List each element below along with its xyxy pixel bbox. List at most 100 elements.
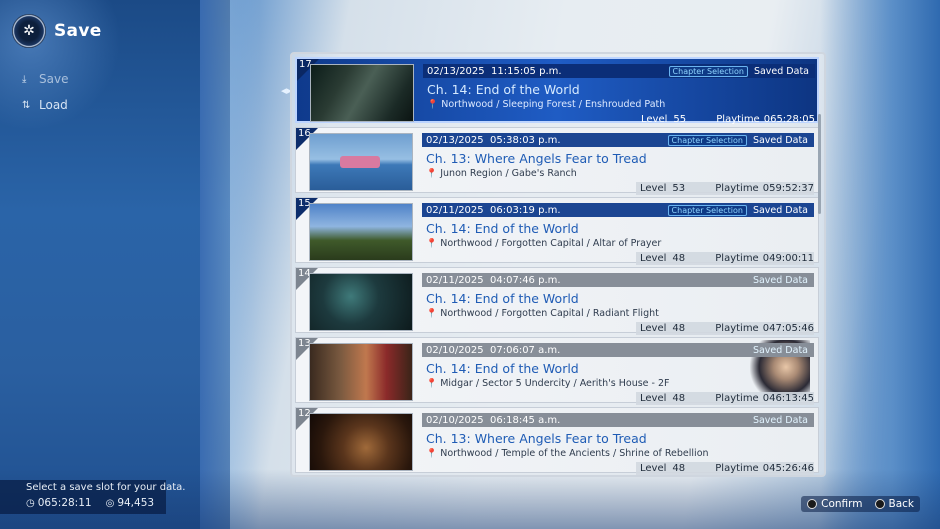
slot-location: 📍 Northwood / Sleeping Forest / Enshroud…: [427, 99, 665, 110]
slot-location: 📍 Junon Region / Gabe's Ranch: [426, 168, 577, 179]
chapter-selection-badge: Chapter Selection: [668, 65, 748, 77]
slot-header-bar: 02/11/2025 06:03:19 p.m. Chapter Selecti…: [422, 203, 814, 217]
slot-location: 📍 Northwood / Forgotten Capital / Altar …: [426, 238, 661, 249]
menu-item-load[interactable]: ⇅ Load: [22, 92, 68, 118]
playtime-label: Playtime: [715, 463, 759, 474]
level-value: 48: [672, 393, 686, 404]
slot-location: 📍 Northwood / Temple of the Ancients / S…: [426, 448, 709, 459]
chapter-selection-badge: Chapter Selection: [667, 204, 747, 216]
menu-item-save[interactable]: ⤓ Save: [22, 66, 68, 92]
slot-date: 02/10/2025: [426, 344, 484, 356]
slot-header-bar: 02/13/2025 11:15:05 p.m. Chapter Selecti…: [423, 64, 815, 78]
slot-location: 📍 Midgar / Sector 5 Undercity / Aerith's…: [426, 378, 670, 389]
save-slot-15[interactable]: 15 02/11/2025 06:03:19 p.m. Chapter Sele…: [295, 197, 819, 265]
location-pin-icon: 📍: [426, 308, 438, 319]
button-prompts: Confirm Back: [801, 496, 920, 512]
level-value: 48: [672, 323, 686, 334]
save-icon: ⤓: [22, 73, 27, 85]
saved-data-label: Saved Data: [752, 274, 808, 286]
playtime-value: 065:28:05: [763, 114, 815, 125]
saved-data-label: Saved Data: [752, 134, 808, 146]
slot-chapter: Ch. 13: Where Angels Fear to Tread: [426, 151, 647, 166]
slot-stats: Level 53 Playtime 059:52:37: [636, 182, 814, 195]
slot-location-text: Northwood / Sleeping Forest / Enshrouded…: [441, 99, 666, 110]
footer-stats: ◷ 065:28:11 ◎ 94,453: [26, 497, 154, 509]
save-slot-14[interactable]: 14 02/11/2025 04:07:46 p.m. Saved Data C…: [295, 267, 819, 335]
saved-data-label: Saved Data: [752, 414, 808, 426]
slot-time: 11:15:05 p.m.: [491, 65, 562, 77]
slot-thumbnail: [309, 203, 413, 261]
level-value: 48: [672, 253, 686, 264]
location-pin-icon: 📍: [427, 99, 439, 110]
slot-thumbnail: [309, 133, 413, 191]
slot-stats: Level 48 Playtime 047:05:46: [636, 322, 814, 335]
saved-data-label: Saved Data: [752, 204, 808, 216]
gil-amount: 94,453: [117, 497, 155, 509]
slot-date: 02/13/2025: [427, 65, 485, 77]
right-background: [820, 0, 940, 529]
level-label: Level: [640, 393, 667, 404]
playtime-label: Playtime: [715, 183, 759, 194]
confirm-button-icon: [807, 499, 818, 509]
playtime-value: 059:52:37: [762, 183, 814, 194]
level-label: Level: [640, 183, 667, 194]
level-value: 53: [672, 183, 686, 194]
playtime-value: 049:00:11: [762, 253, 814, 264]
playtime-label: Playtime: [715, 323, 759, 334]
playtime-value: 045:26:46: [762, 463, 814, 474]
slot-thumbnail: [309, 413, 413, 471]
playtime-label: Playtime: [715, 393, 759, 404]
slot-thumbnail: [309, 343, 413, 401]
saved-data-label: Saved Data: [752, 344, 808, 356]
total-playtime: 065:28:11: [37, 497, 92, 509]
save-slot-16[interactable]: 16 02/13/2025 05:38:03 p.m. Chapter Sele…: [295, 127, 819, 195]
list-scrollbar[interactable]: [818, 114, 821, 214]
slot-date: 02/13/2025: [426, 134, 484, 146]
back-button[interactable]: Back: [889, 498, 915, 510]
save-slot-17[interactable]: 17 02/13/2025 11:15:05 p.m. Chapter Sele…: [295, 57, 819, 126]
slot-location-text: Northwood / Forgotten Capital / Altar of…: [440, 238, 662, 249]
level-value: 55: [673, 114, 687, 125]
level-label: Level: [640, 463, 667, 474]
gil-icon: ◎: [105, 497, 115, 509]
slot-location-text: Midgar / Sector 5 Undercity / Aerith's H…: [440, 378, 670, 389]
menu-item-label: Load: [39, 98, 68, 112]
playtime-value: 046:13:45: [762, 393, 814, 404]
playtime-label: Playtime: [716, 114, 760, 125]
slot-stats: Level 48 Playtime 045:26:46: [636, 462, 814, 475]
level-label: Level: [640, 323, 667, 334]
slot-chapter: Ch. 14: End of the World: [427, 82, 580, 97]
slot-thumbnail: [310, 64, 414, 122]
slot-date: 02/11/2025: [426, 204, 484, 216]
location-pin-icon: 📍: [426, 448, 438, 459]
slot-location-text: Northwood / Temple of the Ancients / Shr…: [440, 448, 709, 459]
save-slot-list[interactable]: 17 02/13/2025 11:15:05 p.m. Chapter Sele…: [290, 52, 826, 477]
menu-gear-icon: ✲: [12, 14, 46, 48]
slot-header-bar: 02/11/2025 04:07:46 p.m. Saved Data: [422, 273, 814, 287]
slot-location-text: Junon Region / Gabe's Ranch: [440, 168, 577, 179]
playtime-value: 047:05:46: [762, 323, 814, 334]
slot-time: 04:07:46 p.m.: [490, 274, 561, 286]
left-background-edge: [200, 0, 260, 529]
slot-time: 05:38:03 p.m.: [490, 134, 561, 146]
save-slot-13[interactable]: 13 02/10/2025 07:06:07 a.m. Saved Data C…: [295, 337, 819, 405]
location-pin-icon: 📍: [426, 378, 438, 389]
slot-time: 06:18:45 a.m.: [490, 414, 561, 426]
slot-stats: Level 48 Playtime 049:00:11: [636, 252, 814, 265]
slot-date: 02/11/2025: [426, 274, 484, 286]
save-slot-12[interactable]: 12 02/10/2025 06:18:45 a.m. Saved Data C…: [295, 407, 819, 475]
slot-date: 02/10/2025: [426, 414, 484, 426]
back-button-icon: [874, 499, 885, 509]
location-pin-icon: 📍: [426, 238, 438, 249]
slot-thumbnail: [309, 273, 413, 331]
slot-stats: Level 48 Playtime 046:13:45: [636, 392, 814, 405]
clock-icon: ◷: [26, 497, 35, 509]
level-value: 48: [672, 463, 686, 474]
confirm-button[interactable]: Confirm: [821, 498, 862, 510]
slot-stats: Level 55 Playtime 065:28:05: [637, 113, 815, 126]
slot-location-text: Northwood / Forgotten Capital / Radiant …: [440, 308, 659, 319]
page-title: Save: [54, 21, 102, 41]
playtime-label: Playtime: [715, 253, 759, 264]
location-pin-icon: 📍: [426, 168, 438, 179]
slot-chapter: Ch. 13: Where Angels Fear to Tread: [426, 431, 647, 446]
